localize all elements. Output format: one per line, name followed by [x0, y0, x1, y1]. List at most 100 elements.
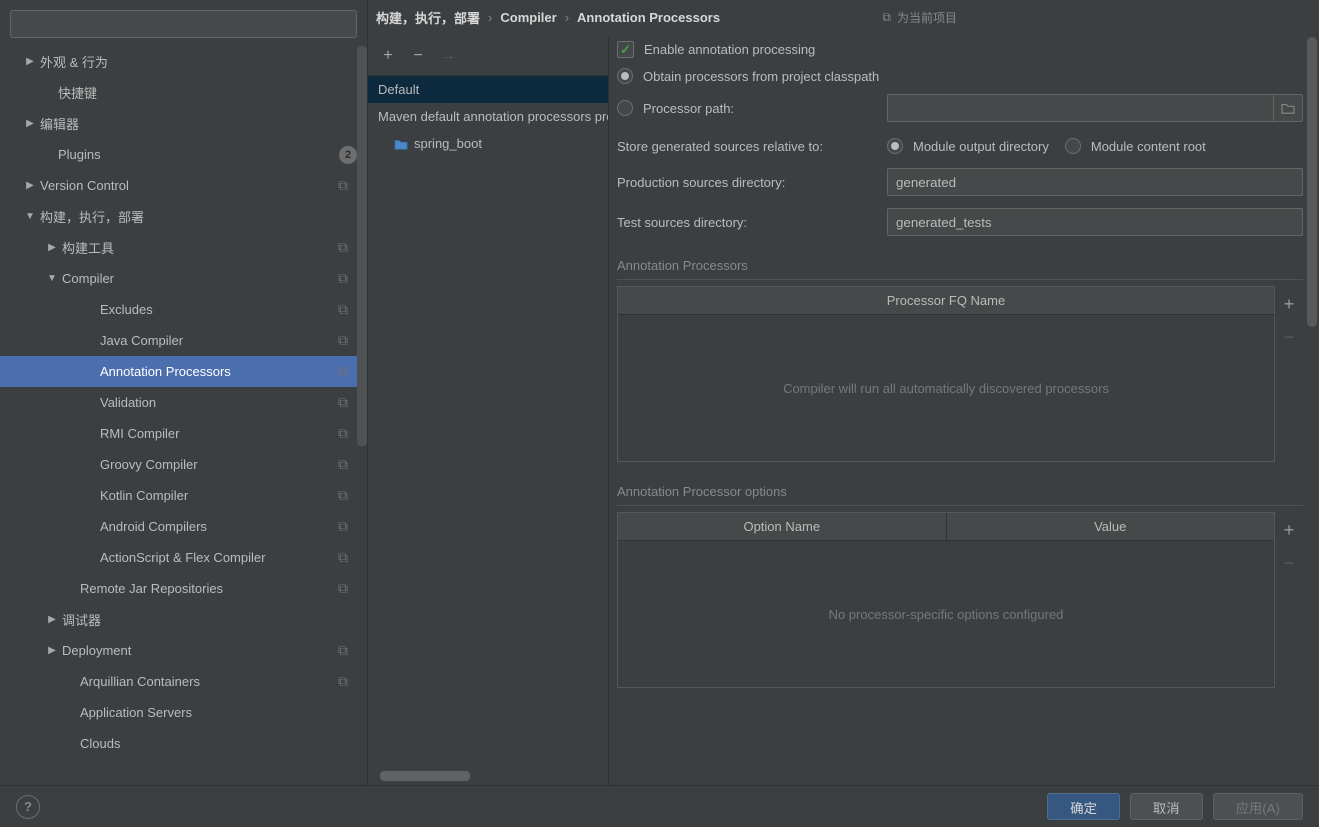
profile-item-label: Maven default annotation processors prof… — [378, 109, 608, 124]
add-option-button[interactable]: + — [1284, 520, 1295, 541]
profile-item-label: spring_boot — [414, 136, 482, 151]
folder-icon — [1281, 102, 1295, 114]
help-button[interactable]: ? — [16, 795, 40, 819]
sidebar-item-label: 构建，执行，部署 — [40, 207, 144, 226]
sidebar-item-label: ActionScript & Flex Compiler — [100, 550, 265, 565]
enable-processing-label: Enable annotation processing — [644, 42, 815, 57]
project-scope-icon: ⧉ — [335, 549, 351, 566]
project-scope-icon: ⧉ — [335, 673, 351, 690]
settings-tree[interactable]: ▶外观 & 行为快捷键 ▶编辑器 Plugins 2 ▶ Version Control ⧉… — [0, 46, 367, 785]
processor-path-input[interactable] — [887, 94, 1273, 122]
sidebar-item-label: 构建工具 — [62, 238, 114, 257]
module-content-root-radio[interactable] — [1065, 138, 1081, 154]
project-scope-icon: ⧉ — [335, 425, 351, 442]
sidebar-item[interactable]: Excludes⧉ — [0, 294, 367, 325]
copy-icon: ⧉ — [882, 10, 891, 25]
breadcrumb-root[interactable]: 构建，执行，部署 — [376, 8, 480, 27]
sidebar-item[interactable]: ▼构建，执行，部署 — [0, 201, 367, 232]
breadcrumb: 构建，执行，部署 › Compiler › Annotation Process… — [368, 0, 1319, 37]
sidebar-scrollbar[interactable] — [357, 46, 367, 446]
profiles-h-scrollbar[interactable] — [380, 771, 596, 781]
sidebar-item[interactable]: Arquillian Containers⧉ — [0, 666, 367, 697]
sidebar-item[interactable]: Android Compilers⧉ — [0, 511, 367, 542]
move-profile-button: → — [440, 47, 456, 65]
sidebar-item-label: Annotation Processors — [100, 364, 231, 379]
processor-path-radio[interactable] — [617, 100, 633, 116]
search-input[interactable] — [10, 10, 357, 38]
project-scope-icon: ⧉ — [335, 394, 351, 411]
sidebar-item[interactable]: 快捷键 — [0, 77, 367, 108]
sidebar-item[interactable]: Remote Jar Repositories ⧉ — [0, 573, 367, 604]
module-output-label: Module output directory — [913, 139, 1049, 154]
test-dir-input[interactable] — [887, 208, 1303, 236]
browse-button[interactable] — [1273, 94, 1303, 122]
apply-button[interactable]: 应用(A) — [1213, 793, 1303, 820]
dialog-footer: ? 确定 取消 应用(A) — [0, 785, 1319, 827]
production-dir-input[interactable] — [887, 168, 1303, 196]
ok-button[interactable]: 确定 — [1047, 793, 1120, 820]
sidebar-item-label: Deployment — [62, 643, 131, 658]
sidebar-item[interactable]: Kotlin Compiler⧉ — [0, 480, 367, 511]
module-content-root-label: Module content root — [1091, 139, 1206, 154]
project-scope-icon: ⧉ — [335, 270, 351, 287]
add-profile-button[interactable]: + — [380, 47, 396, 65]
sidebar-item[interactable]: Java Compiler⧉ — [0, 325, 367, 356]
sidebar-item[interactable]: Plugins 2 — [0, 139, 367, 170]
sidebar-item-label: Java Compiler — [100, 333, 183, 348]
processor-path-label: Processor path: — [643, 101, 887, 116]
sidebar-item[interactable]: ▶ 调试器 — [0, 604, 367, 635]
sidebar-item[interactable]: ▶Deployment⧉ — [0, 635, 367, 666]
sidebar-item[interactable]: Validation ⧉ — [0, 387, 367, 418]
add-processor-button[interactable]: + — [1284, 294, 1295, 315]
tree-arrow-icon: ▶ — [46, 614, 58, 625]
sidebar-item-label: Clouds — [80, 736, 120, 751]
remove-processor-button: − — [1284, 327, 1295, 348]
project-scope-icon: ⧉ — [335, 580, 351, 597]
sidebar-item[interactable]: Clouds — [0, 728, 367, 759]
module-icon — [394, 138, 408, 150]
cancel-button[interactable]: 取消 — [1130, 793, 1203, 820]
sidebar-item-label: 快捷键 — [58, 83, 97, 102]
production-dir-label: Production sources directory: — [617, 175, 887, 190]
profile-item[interactable]: spring_boot — [368, 130, 608, 157]
options-col-name: Option Name — [618, 513, 947, 540]
processors-table-empty: Compiler will run all automatically disc… — [618, 315, 1274, 461]
count-badge: 2 — [339, 146, 357, 164]
sidebar-item[interactable]: Annotation Processors⧉ — [0, 356, 367, 387]
test-dir-label: Test sources directory: — [617, 215, 887, 230]
tree-arrow-icon: ▶ — [24, 118, 36, 129]
tree-arrow-icon: ▶ — [24, 180, 36, 191]
sidebar-item-label: 调试器 — [62, 610, 101, 629]
sidebar-item[interactable]: ▶外观 & 行为 — [0, 46, 367, 77]
remove-profile-button[interactable]: − — [410, 47, 426, 65]
sidebar-item-label: Validation — [100, 395, 156, 410]
obtain-from-classpath-radio[interactable] — [617, 68, 633, 84]
sidebar-item[interactable]: RMI Compiler⧉ — [0, 418, 367, 449]
sidebar-item[interactable]: ▼ Compiler ⧉ — [0, 263, 367, 294]
sidebar-item-label: Compiler — [62, 271, 114, 286]
content-scrollbar[interactable] — [1307, 37, 1317, 327]
sidebar-item[interactable]: ▶编辑器 — [0, 108, 367, 139]
sidebar-item-label: Remote Jar Repositories — [80, 581, 223, 596]
sidebar-item[interactable]: Application Servers — [0, 697, 367, 728]
module-output-radio[interactable] — [887, 138, 903, 154]
options-table[interactable]: Option Name Value No processor-specific … — [617, 512, 1275, 688]
profiles-toolbar: + − → — [368, 37, 608, 76]
sidebar-item-label: Plugins — [58, 147, 101, 162]
tree-arrow-icon: ▼ — [46, 273, 58, 284]
breadcrumb-compiler[interactable]: Compiler — [500, 10, 556, 25]
enable-processing-checkbox[interactable] — [617, 41, 634, 58]
sidebar-item[interactable]: ActionScript & Flex Compiler ⧉ — [0, 542, 367, 573]
options-section-title: Annotation Processor options — [617, 484, 1303, 499]
sidebar-item[interactable]: Groovy Compiler⧉ — [0, 449, 367, 480]
processors-table[interactable]: Processor FQ Name Compiler will run all … — [617, 286, 1275, 462]
profile-item[interactable]: Maven default annotation processors prof… — [368, 103, 608, 130]
profile-item[interactable]: Default — [368, 76, 608, 103]
profile-list[interactable]: Default Maven default annotation processo… — [368, 76, 608, 785]
breadcrumb-sep: › — [565, 10, 569, 25]
processors-table-header: Processor FQ Name — [618, 287, 1274, 314]
sidebar-item[interactable]: ▶构建工具⧉ — [0, 232, 367, 263]
sidebar-item-label: Version Control — [40, 178, 129, 193]
sidebar-item[interactable]: ▶Version Control⧉ — [0, 170, 367, 201]
processors-section-title: Annotation Processors — [617, 258, 1303, 273]
